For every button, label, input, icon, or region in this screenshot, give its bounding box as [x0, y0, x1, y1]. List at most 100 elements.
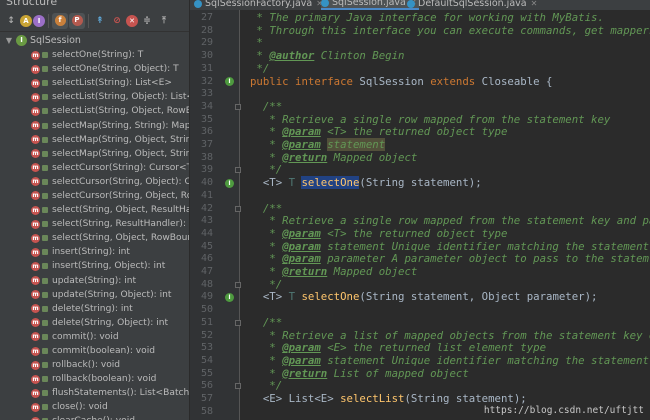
- method-icon: m: [31, 121, 40, 131]
- structure-member-item[interactable]: m selectMap(String, Object, String, Ro: [0, 147, 189, 161]
- code-line: * @return Mapped object: [250, 265, 418, 278]
- structure-member-item[interactable]: m insert(String): int: [0, 245, 189, 259]
- structure-member-item[interactable]: m select(String, Object, RowBounds, R: [0, 231, 189, 245]
- member-label: commit(boolean): void: [52, 346, 156, 357]
- structure-member-item[interactable]: m selectMap(String, Object, String): M: [0, 133, 189, 147]
- structure-member-item[interactable]: m rollback(boolean): void: [0, 372, 189, 386]
- code-line: */: [250, 379, 283, 393]
- line-number: 43: [200, 215, 213, 227]
- line-number: 31: [200, 62, 213, 74]
- method-icon: m: [31, 177, 40, 187]
- method-icon: m: [31, 304, 40, 314]
- public-access-icon: [42, 178, 48, 185]
- java-file-icon: [194, 0, 202, 8]
- code-line: /**: [250, 201, 283, 215]
- code-line: <T> T selectOne(String statement);: [250, 176, 482, 190]
- show-interfaces-icon[interactable]: I: [33, 14, 45, 27]
- implementations-gutter-icon[interactable]: I: [225, 292, 234, 302]
- code-line: * @param <E> the returned list element t…: [250, 341, 547, 355]
- method-icon: m: [31, 64, 40, 74]
- structure-member-item[interactable]: m insert(String, Object): int: [0, 259, 189, 273]
- implementations-gutter-icon[interactable]: I: [225, 77, 234, 86]
- fold-marker-icon[interactable]: [235, 167, 241, 174]
- close-icon[interactable]: ✕: [531, 0, 538, 8]
- sort-visibility-icon[interactable]: A: [20, 14, 32, 27]
- member-label: insert(String): int: [52, 247, 130, 258]
- code-line: <E> List<E> selectList(String statement)…: [250, 392, 527, 405]
- structure-member-item[interactable]: m rollback(): void: [0, 358, 189, 372]
- structure-member-item[interactable]: mclearCache(): void: [0, 414, 189, 420]
- member-label: commit(): void: [52, 331, 119, 342]
- interface-icon: I: [16, 34, 27, 46]
- member-label: close(): void: [52, 402, 108, 413]
- line-number: 53: [200, 342, 213, 354]
- code-line: */: [250, 277, 283, 291]
- method-icon: m: [31, 135, 40, 145]
- code-line: *: [250, 36, 263, 50]
- line-number: 52: [200, 329, 213, 341]
- method-icon: m: [31, 205, 40, 215]
- line-number: 57: [200, 393, 213, 404]
- tab-sqlsession[interactable]: SqlSession.java ✕: [321, 0, 419, 10]
- show-fields-icon[interactable]: f: [52, 12, 68, 29]
- member-label: selectList(String, Object, RowBounds: [52, 106, 189, 117]
- structure-panel: Structure ↕ A I f P ↟ ⊘ ✕ ≑ ⤒ ▼ I SqlSes…: [0, 0, 189, 420]
- member-label: select(String, Object, RowBounds, R: [52, 233, 189, 244]
- public-access-icon: [42, 277, 48, 284]
- tab-sqlsessionfactory[interactable]: SqlSessionFactory.java ✕: [194, 0, 323, 10]
- structure-member-item[interactable]: m commit(boolean): void: [0, 344, 189, 358]
- code-line: <T> T selectOne(String statement, Object…: [250, 290, 598, 304]
- structure-member-item[interactable]: m update(String): int: [0, 274, 189, 288]
- structure-member-item[interactable]: m flushStatements(): List<BatchResult: [0, 386, 189, 400]
- structure-member-item[interactable]: m close(): void: [0, 400, 189, 414]
- code-editor[interactable]: 27 28 29 30 31 32 I 33 34 35 36 37 38 39 40 I 41 42 43 44 45…: [190, 10, 650, 420]
- structure-member-item[interactable]: m commit(): void: [0, 330, 189, 344]
- expand-all-icon[interactable]: ≑: [139, 13, 155, 29]
- method-icon: m: [31, 149, 40, 159]
- show-inherited-icon[interactable]: ↟: [92, 13, 108, 29]
- fold-marker-icon[interactable]: [235, 281, 241, 288]
- structure-member-item[interactable]: m selectList(String, Object, RowBounds: [0, 104, 189, 118]
- tree-root-sqlsession[interactable]: ▼ I SqlSession: [0, 33, 189, 47]
- sort-alpha-icon[interactable]: ↕: [3, 13, 19, 29]
- structure-member-item[interactable]: m selectList(String, Object): List<E>: [0, 90, 189, 104]
- code-line: * @param statement: [250, 138, 386, 151]
- editor-tabs: SqlSessionFactory.java ✕ SqlSession.java…: [190, 0, 650, 10]
- collapse-all-icon[interactable]: ⤒: [156, 13, 172, 29]
- structure-member-item[interactable]: m select(String, ResultHandler): void: [0, 217, 189, 231]
- fold-marker-icon[interactable]: [235, 205, 241, 212]
- public-access-icon: [42, 305, 48, 312]
- structure-member-item[interactable]: m selectMap(String, String): Map<K, V: [0, 118, 189, 132]
- line-number-gutter[interactable]: 27 28 29 30 31 32 I 33 34 35 36 37 38 39 40 I 41 42 43 44 45…: [190, 10, 241, 420]
- structure-member-item[interactable]: m delete(String, Object): int: [0, 316, 189, 330]
- code-line: * @param statement Unique identifier mat…: [250, 239, 649, 253]
- method-icon: m: [31, 233, 40, 243]
- show-properties-icon[interactable]: P: [69, 12, 85, 29]
- tab-label: SqlSessionFactory.java: [205, 0, 313, 9]
- structure-member-item[interactable]: m select(String, Object, ResultHandle: [0, 203, 189, 217]
- fold-marker-icon[interactable]: [235, 383, 241, 390]
- tab-defaultsqlsession[interactable]: DefaultSqlSession.java ✕: [407, 0, 537, 10]
- structure-member-item[interactable]: m selectList(String): List<E>: [0, 76, 189, 90]
- structure-member-item[interactable]: m selectCursor(String, Object): Cursor: [0, 175, 189, 189]
- member-label: selectCursor(String): Cursor<T>: [52, 162, 189, 173]
- fold-marker-icon[interactable]: [235, 319, 241, 326]
- fold-marker-icon[interactable]: [235, 103, 241, 110]
- structure-member-item[interactable]: m selectCursor(String): Cursor<T>: [0, 161, 189, 175]
- show-non-public-icon[interactable]: ⊘: [109, 13, 125, 29]
- tab-label: DefaultSqlSession.java: [418, 0, 527, 9]
- structure-member-item[interactable]: m selectOne(String, Object): T: [0, 62, 189, 76]
- member-label: selectOne(String, Object): T: [52, 64, 179, 75]
- method-icon: m: [31, 360, 40, 370]
- line-number: 44: [200, 227, 213, 239]
- structure-member-item[interactable]: m selectCursor(String, Object, RowBo: [0, 189, 189, 203]
- show-lambdas-icon[interactable]: ✕: [126, 14, 138, 27]
- code-line: * Retrieve a single row mapped from the …: [250, 214, 650, 228]
- structure-member-item[interactable]: m update(String, Object): int: [0, 288, 189, 302]
- structure-member-item[interactable]: m delete(String): int: [0, 302, 189, 316]
- public-access-icon: [42, 122, 48, 129]
- implementations-gutter-icon[interactable]: I: [225, 178, 234, 188]
- structure-member-item[interactable]: m selectOne(String): T: [0, 48, 189, 62]
- tree-expand-icon[interactable]: ▼: [4, 36, 14, 45]
- member-label: selectCursor(String, Object, RowBo: [52, 190, 189, 201]
